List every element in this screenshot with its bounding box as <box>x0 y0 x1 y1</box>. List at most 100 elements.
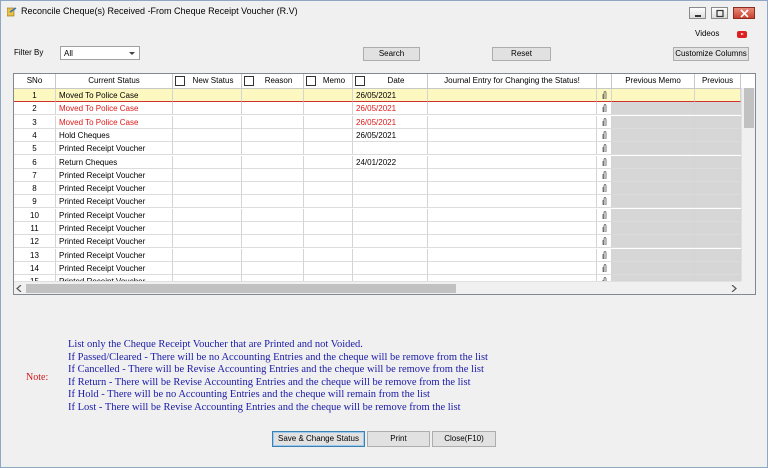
cell-attachment[interactable] <box>597 222 612 235</box>
cell-date[interactable] <box>353 168 428 182</box>
cell-new-status[interactable] <box>173 195 242 209</box>
cell-date[interactable] <box>353 195 428 209</box>
cell-memo[interactable] <box>304 182 353 196</box>
cell-previous-memo[interactable] <box>612 222 695 235</box>
cell-new-status[interactable] <box>173 261 242 275</box>
cell-reason[interactable] <box>242 115 304 129</box>
cell-date[interactable]: 26/05/2021 <box>353 128 428 142</box>
paperclip-icon[interactable] <box>602 197 608 206</box>
cell-new-status[interactable] <box>173 208 242 222</box>
cell-new-status[interactable] <box>173 155 242 169</box>
cell-sno[interactable]: 11 <box>14 222 56 235</box>
cell-sno[interactable]: 9 <box>14 195 56 209</box>
reset-button[interactable]: Reset <box>492 47 551 61</box>
cell-previous[interactable] <box>695 155 741 169</box>
cell-journal-entry[interactable] <box>428 261 597 275</box>
cell-sno[interactable]: 5 <box>14 142 56 156</box>
cell-sno[interactable]: 3 <box>14 115 56 129</box>
cell-reason[interactable] <box>242 168 304 182</box>
cell-memo[interactable] <box>304 128 353 142</box>
cell-current-status[interactable]: Moved To Police Case <box>56 102 173 116</box>
cell-previous[interactable] <box>695 115 741 129</box>
paperclip-icon[interactable] <box>602 130 608 139</box>
cell-date[interactable]: 26/05/2021 <box>353 115 428 129</box>
cell-date[interactable] <box>353 182 428 196</box>
cell-date[interactable] <box>353 222 428 235</box>
paperclip-icon[interactable] <box>602 210 608 219</box>
cell-current-status[interactable]: Return Cheques <box>56 155 173 169</box>
cell-date[interactable]: 26/05/2021 <box>353 89 428 102</box>
cell-previous-memo[interactable] <box>612 261 695 275</box>
cell-reason[interactable] <box>242 261 304 275</box>
table-row[interactable]: 1 Moved To Police Case 26/05/2021 <box>14 89 755 102</box>
cell-sno[interactable]: 13 <box>14 248 56 262</box>
cell-previous-memo[interactable] <box>612 248 695 262</box>
cell-attachment[interactable] <box>597 128 612 142</box>
col-journal-entry-header[interactable]: Journal Entry for Changing the Status! <box>428 74 597 88</box>
paperclip-icon[interactable] <box>602 117 608 126</box>
print-button[interactable]: Print <box>367 431 430 447</box>
cell-previous[interactable] <box>695 89 741 102</box>
customize-columns-button[interactable]: Customize Columns <box>673 47 749 61</box>
paperclip-icon[interactable] <box>602 144 608 153</box>
paperclip-icon[interactable] <box>602 250 608 259</box>
cell-attachment[interactable] <box>597 155 612 169</box>
cell-new-status[interactable] <box>173 102 242 116</box>
cell-reason[interactable] <box>242 235 304 249</box>
cell-previous-memo[interactable] <box>612 235 695 249</box>
cell-previous-memo[interactable] <box>612 89 695 102</box>
cell-new-status[interactable] <box>173 248 242 262</box>
paperclip-icon[interactable] <box>602 263 608 272</box>
cell-previous[interactable] <box>695 128 741 142</box>
cell-memo[interactable] <box>304 142 353 156</box>
cell-attachment[interactable] <box>597 261 612 275</box>
cell-new-status[interactable] <box>173 128 242 142</box>
cell-sno[interactable]: 1 <box>14 89 56 102</box>
cell-current-status[interactable]: Printed Receipt Voucher <box>56 222 173 235</box>
cell-current-status[interactable]: Printed Receipt Voucher <box>56 195 173 209</box>
cell-attachment[interactable] <box>597 115 612 129</box>
cell-current-status[interactable]: Moved To Police Case <box>56 115 173 129</box>
cell-previous-memo[interactable] <box>612 128 695 142</box>
cell-previous-memo[interactable] <box>612 102 695 116</box>
cell-attachment[interactable] <box>597 208 612 222</box>
cell-date[interactable] <box>353 235 428 249</box>
col-sno-header[interactable]: SNo <box>14 74 56 88</box>
cell-reason[interactable] <box>242 128 304 142</box>
cell-previous[interactable] <box>695 208 741 222</box>
cell-previous-memo[interactable] <box>612 168 695 182</box>
cell-current-status[interactable]: Printed Receipt Voucher <box>56 208 173 222</box>
col-date-header[interactable]: Date <box>353 74 428 88</box>
cell-previous-memo[interactable] <box>612 182 695 196</box>
cell-date[interactable]: 24/01/2022 <box>353 155 428 169</box>
cell-sno[interactable]: 12 <box>14 235 56 249</box>
col-memo-header[interactable]: Memo <box>304 74 353 88</box>
cell-previous[interactable] <box>695 222 741 235</box>
cell-memo[interactable] <box>304 248 353 262</box>
cell-attachment[interactable] <box>597 102 612 116</box>
cell-journal-entry[interactable] <box>428 102 597 116</box>
cell-current-status[interactable]: Printed Receipt Voucher <box>56 182 173 196</box>
cell-new-status[interactable] <box>173 182 242 196</box>
cell-new-status[interactable] <box>173 235 242 249</box>
video-play-icon[interactable] <box>737 31 747 38</box>
cell-current-status[interactable]: Printed Receipt Voucher <box>56 235 173 249</box>
cell-previous[interactable] <box>695 261 741 275</box>
cell-journal-entry[interactable] <box>428 115 597 129</box>
cell-journal-entry[interactable] <box>428 128 597 142</box>
table-row[interactable]: 13 Printed Receipt Voucher <box>14 248 755 262</box>
paperclip-icon[interactable] <box>602 224 608 232</box>
cell-memo[interactable] <box>304 208 353 222</box>
table-row[interactable]: 10 Printed Receipt Voucher <box>14 208 755 222</box>
cell-journal-entry[interactable] <box>428 248 597 262</box>
table-row[interactable]: 14 Printed Receipt Voucher <box>14 261 755 275</box>
cell-journal-entry[interactable] <box>428 89 597 102</box>
cell-new-status[interactable] <box>173 115 242 129</box>
col-current-status-header[interactable]: Current Status <box>56 74 173 88</box>
cell-reason[interactable] <box>242 248 304 262</box>
horizontal-scrollbar[interactable] <box>14 281 741 294</box>
cell-previous[interactable] <box>695 168 741 182</box>
cell-memo[interactable] <box>304 155 353 169</box>
cell-reason[interactable] <box>242 222 304 235</box>
cell-new-status[interactable] <box>173 142 242 156</box>
